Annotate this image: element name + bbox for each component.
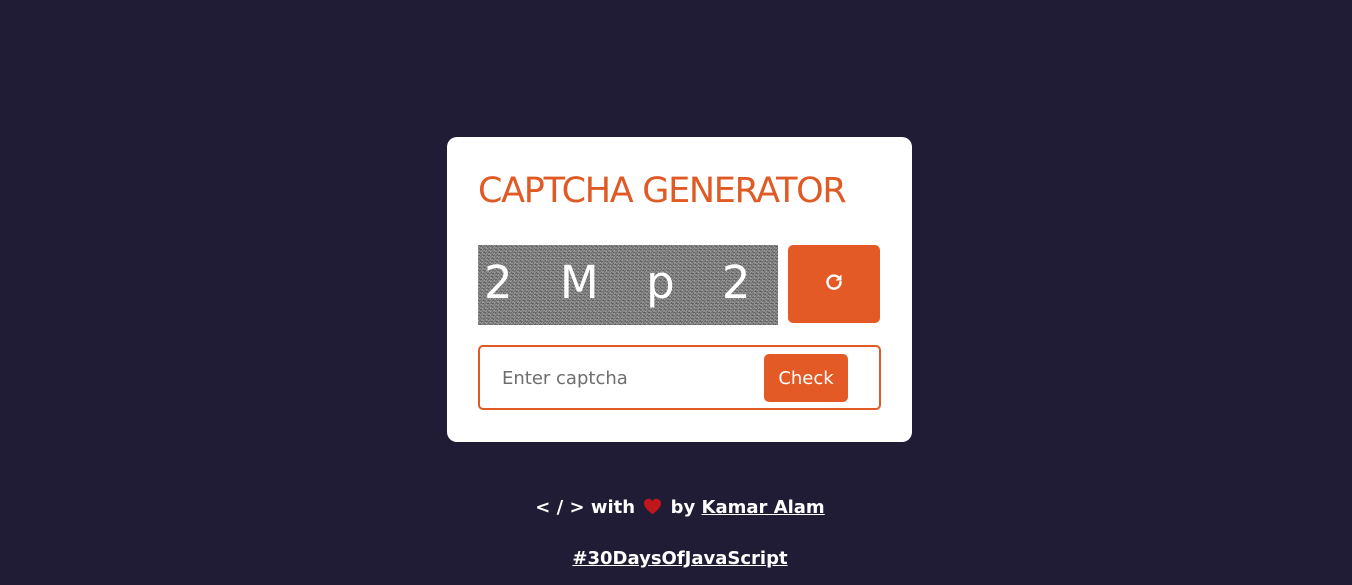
refresh-icon bbox=[824, 272, 844, 296]
captcha-input[interactable] bbox=[502, 359, 752, 397]
check-button[interactable]: Check bbox=[764, 354, 848, 402]
code-symbol: < / > bbox=[535, 497, 585, 518]
captcha-image: 2 M p 2 Q 2 bbox=[478, 245, 778, 325]
refresh-button[interactable] bbox=[788, 245, 880, 323]
captcha-text: 2 M p 2 Q 2 bbox=[484, 256, 778, 309]
hashtag-link[interactable]: #30DaysOfJavaScript bbox=[572, 548, 787, 569]
captcha-card: CAPTCHA GENERATOR 2 M p 2 Q 2 Check bbox=[447, 137, 912, 442]
author-link[interactable]: Kamar Alam bbox=[702, 497, 825, 518]
page-title: CAPTCHA GENERATOR bbox=[478, 171, 847, 211]
captcha-input-group: Check bbox=[478, 345, 881, 410]
with-text: with bbox=[590, 497, 636, 518]
by-text: by bbox=[670, 497, 696, 518]
footer-hashtag: #30DaysOfJavaScript bbox=[0, 548, 1352, 569]
heart-icon bbox=[643, 498, 662, 520]
footer-credit: < / > with by Kamar Alam bbox=[0, 497, 1352, 520]
